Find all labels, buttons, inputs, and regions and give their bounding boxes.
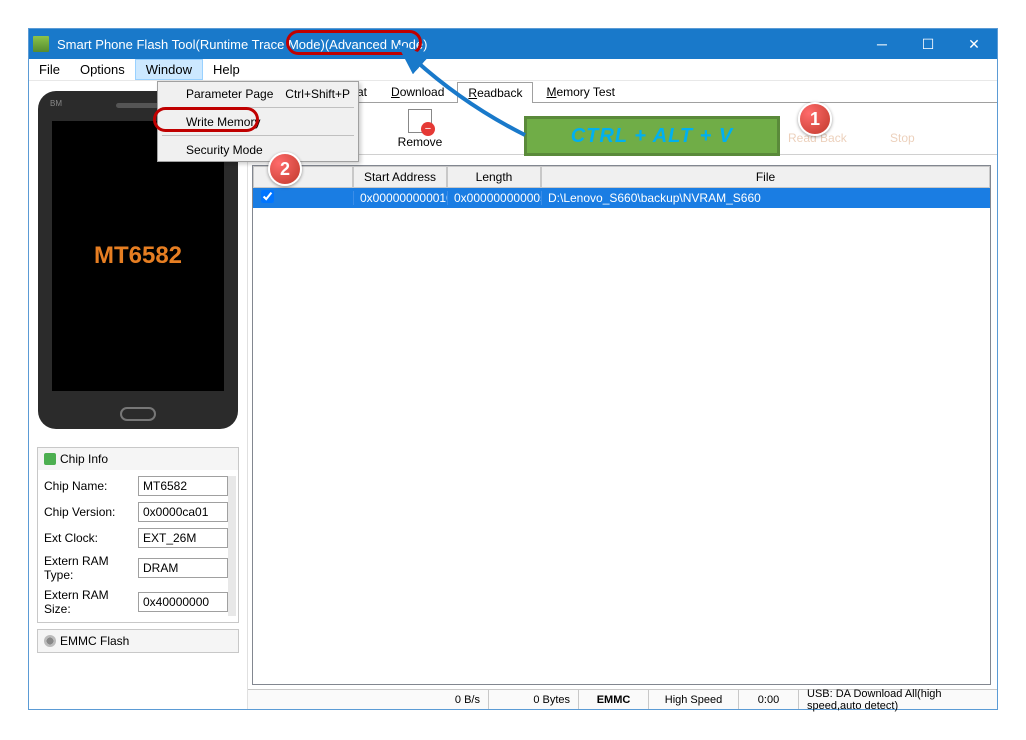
tab-download[interactable]: Download bbox=[380, 81, 455, 102]
chip-version-label: Chip Version: bbox=[44, 505, 138, 519]
dropdown-parameter-page[interactable]: Parameter Page Ctrl+Shift+P bbox=[158, 82, 358, 105]
status-usb: USB: DA Download All(high speed,auto det… bbox=[798, 690, 997, 709]
gear-icon bbox=[44, 635, 56, 647]
row-file: D:\Lenovo_S660\backup\NVRAM_S660 bbox=[541, 191, 990, 205]
status-rate: 0 B/s bbox=[248, 690, 488, 709]
row-checkbox[interactable] bbox=[261, 190, 274, 203]
th-length[interactable]: Length bbox=[447, 166, 541, 188]
chip-scrollbar[interactable] bbox=[228, 476, 236, 616]
maximize-button[interactable]: ☐ bbox=[905, 29, 951, 59]
status-time: 0:00 bbox=[738, 690, 798, 709]
tab-memory-test[interactable]: Memory Test bbox=[535, 81, 625, 102]
annotation-badge-1: 1 bbox=[798, 102, 832, 136]
menubar: File Options Window Help bbox=[29, 59, 997, 81]
tabs: FFormatormat Download Readback Memory Te… bbox=[248, 81, 997, 103]
chip-icon bbox=[44, 453, 56, 465]
status-type: EMMC bbox=[578, 690, 648, 709]
close-button[interactable]: ✕ bbox=[951, 29, 997, 59]
menu-help[interactable]: Help bbox=[203, 59, 250, 80]
status-speed: High Speed bbox=[648, 690, 738, 709]
shortcut-callout: CTRL + ALT + V bbox=[524, 116, 780, 156]
dropdown-separator bbox=[162, 135, 354, 136]
window-dropdown: Parameter Page Ctrl+Shift+P Write Memory… bbox=[157, 81, 359, 162]
table-row[interactable]: 0x0000000000100... 0x0000000000050... D:… bbox=[253, 188, 990, 208]
phone-home-icon bbox=[120, 407, 156, 421]
dropdown-security-mode[interactable]: Security Mode bbox=[158, 138, 358, 161]
menu-file[interactable]: File bbox=[29, 59, 70, 80]
emmc-flash-panel[interactable]: EMMC Flash bbox=[37, 629, 239, 653]
row-length: 0x0000000000050... bbox=[447, 191, 541, 205]
menu-options[interactable]: Options bbox=[70, 59, 135, 80]
status-bytes: 0 Bytes bbox=[488, 690, 578, 709]
left-pane: BM MT6582 Chip Info Chip Name: Chip Vers… bbox=[29, 81, 247, 709]
remove-button[interactable]: Remove bbox=[390, 109, 450, 149]
dropdown-write-memory[interactable]: Write Memory bbox=[158, 110, 358, 133]
statusbar: 0 B/s 0 Bytes EMMC High Speed 0:00 USB: … bbox=[248, 689, 997, 709]
ext-clock-label: Ext Clock: bbox=[44, 531, 138, 545]
menu-window[interactable]: Window bbox=[135, 59, 203, 80]
chip-info-panel: Chip Info Chip Name: Chip Version: Ext C… bbox=[37, 447, 239, 623]
annotation-badge-2: 2 bbox=[268, 152, 302, 186]
ram-size-field[interactable] bbox=[138, 592, 228, 612]
phone-chip-label: MT6582 bbox=[94, 242, 182, 270]
ext-clock-field[interactable] bbox=[138, 528, 228, 548]
callout-text: CTRL + ALT + V bbox=[571, 125, 734, 148]
ram-type-label: Extern RAM Type: bbox=[44, 554, 138, 582]
window-title: Smart Phone Flash Tool(Runtime Trace Mod… bbox=[57, 37, 427, 52]
readback-table: Start Address Length File 0x000000000010… bbox=[252, 165, 991, 685]
right-pane: FFormatormat Download Readback Memory Te… bbox=[247, 81, 997, 709]
stop-button-disabled: Stop bbox=[890, 131, 915, 145]
titlebar: Smart Phone Flash Tool(Runtime Trace Mod… bbox=[29, 29, 997, 59]
dropdown-separator bbox=[162, 107, 354, 108]
th-file[interactable]: File bbox=[541, 166, 990, 188]
tab-readback[interactable]: Readback bbox=[457, 82, 533, 103]
chip-info-title: Chip Info bbox=[60, 452, 108, 466]
minimize-button[interactable]: ─ bbox=[859, 29, 905, 59]
ram-size-label: Extern RAM Size: bbox=[44, 588, 138, 616]
row-start-address: 0x0000000000100... bbox=[353, 191, 447, 205]
chip-name-label: Chip Name: bbox=[44, 479, 138, 493]
remove-icon bbox=[408, 109, 432, 133]
th-start-address[interactable]: Start Address bbox=[353, 166, 447, 188]
phone-speaker-icon bbox=[116, 103, 160, 108]
app-icon bbox=[33, 36, 49, 52]
ram-type-field[interactable] bbox=[138, 558, 228, 578]
chip-version-field[interactable] bbox=[138, 502, 228, 522]
chip-name-field[interactable] bbox=[138, 476, 228, 496]
